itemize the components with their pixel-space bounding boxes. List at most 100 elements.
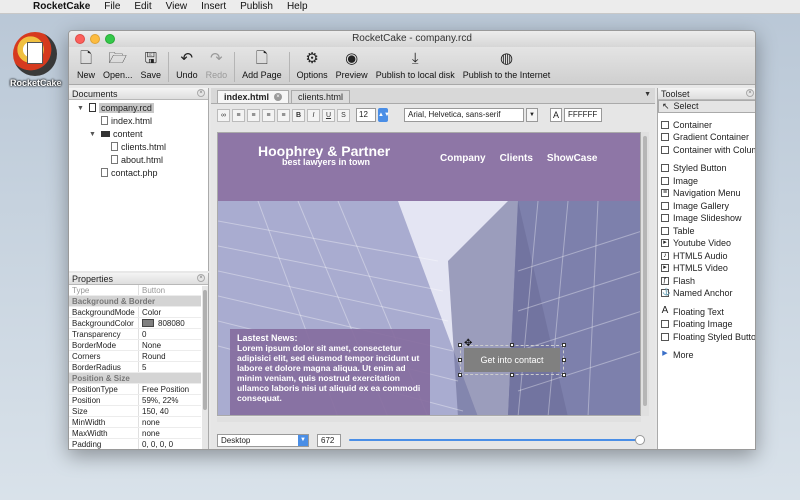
canvas-vertical-scrollbar[interactable] — [641, 132, 649, 416]
property-row[interactable]: Type Button — [69, 285, 201, 296]
news-box[interactable]: Lastest News: Lorem ipsum dolor sit amet… — [230, 329, 430, 415]
property-row[interactable]: PositionType Free Position — [69, 384, 201, 395]
tab-index-html[interactable]: index.html × — [217, 90, 290, 103]
properties-scrollbar[interactable] — [202, 286, 208, 449]
property-row[interactable]: Corners Round — [69, 351, 201, 362]
property-row[interactable]: BorderRadius 5 — [69, 362, 201, 373]
tool-select[interactable]: ↖ Select — [658, 100, 755, 113]
align-center-icon[interactable]: ≡ — [247, 108, 260, 122]
property-row[interactable]: MinWidth none — [69, 417, 201, 428]
tool-gradient-container[interactable]: Gradient Container — [658, 131, 755, 144]
tool-navigation-menu[interactable]: ≡ Navigation Menu — [658, 187, 755, 200]
resize-handle[interactable] — [562, 373, 566, 377]
property-row[interactable]: Transparency 0 — [69, 329, 201, 340]
menu-help[interactable]: Help — [280, 1, 315, 12]
tree-item-content-folder[interactable]: ▼ content — [69, 128, 208, 141]
align-justify-icon[interactable]: ≡ — [277, 108, 290, 122]
contact-button[interactable]: Get into contact — [464, 348, 560, 372]
redo-button[interactable]: ↷ Redo — [202, 50, 232, 84]
property-value[interactable]: Button — [139, 285, 201, 295]
tool-image-gallery[interactable]: Image Gallery — [658, 200, 755, 213]
tree-item-project[interactable]: ▼ company.rcd — [69, 102, 208, 115]
align-right-icon[interactable]: ≡ — [262, 108, 275, 122]
bold-icon[interactable]: B — [292, 108, 305, 122]
property-row[interactable]: Size 150, 40 — [69, 406, 201, 417]
open-button[interactable]: 🗁 Open... — [99, 50, 137, 84]
text-color-button[interactable]: A — [550, 108, 562, 122]
tool-container[interactable]: Container — [658, 119, 755, 132]
color-swatch[interactable] — [142, 319, 154, 327]
resize-handle[interactable] — [562, 343, 566, 347]
page-width-slider[interactable] — [349, 434, 645, 447]
tree-item-contact[interactable]: contact.php — [69, 167, 208, 180]
disclosure-triangle-icon[interactable]: ▼ — [89, 128, 96, 141]
property-value[interactable]: none — [139, 417, 201, 427]
resize-handle[interactable] — [510, 373, 514, 377]
tool-html5-video[interactable]: ▸ HTML5 Video — [658, 262, 755, 275]
strikethrough-icon[interactable]: S — [337, 108, 350, 122]
publish-local-button[interactable]: ⤓ Publish to local disk — [372, 50, 459, 84]
property-value[interactable]: 59%, 22% — [139, 395, 201, 405]
close-icon[interactable]: × — [197, 89, 205, 97]
property-value[interactable]: 150, 40 — [139, 406, 201, 416]
site-nav-company[interactable]: Company — [440, 153, 486, 164]
property-row[interactable]: Position 59%, 22% — [69, 395, 201, 406]
text-color-field[interactable]: FFFFFF — [564, 108, 602, 122]
resize-handle[interactable] — [458, 358, 462, 362]
news-body[interactable]: Lorem ipsum dolor sit amet, consectetur … — [237, 343, 423, 403]
tool-image-slideshow[interactable]: Image Slideshow — [658, 212, 755, 225]
window-titlebar[interactable]: RocketCake - company.rcd — [69, 31, 755, 47]
window-close-button[interactable] — [75, 34, 85, 44]
page-width-field[interactable]: 672 — [317, 433, 341, 447]
close-icon[interactable]: × — [197, 274, 205, 282]
menu-publish[interactable]: Publish — [233, 1, 280, 12]
tool-image[interactable]: Image — [658, 175, 755, 188]
property-row[interactable]: BackgroundMode Color — [69, 307, 201, 318]
options-button[interactable]: ⚙ Options — [293, 50, 332, 84]
tool-more[interactable]: ▶ More — [658, 349, 755, 362]
menu-file[interactable]: File — [97, 1, 127, 12]
disclosure-triangle-icon[interactable]: ▼ — [77, 102, 84, 115]
font-size-stepper-icon[interactable]: ▲▼ — [378, 108, 390, 122]
menu-view[interactable]: View — [159, 1, 195, 12]
property-row[interactable]: BorderMode None — [69, 340, 201, 351]
menu-edit[interactable]: Edit — [127, 1, 158, 12]
undo-button[interactable]: ↶ Undo — [172, 50, 202, 84]
resize-handle[interactable] — [458, 373, 462, 377]
tool-floating-styled-button[interactable]: Floating Styled Button — [658, 331, 755, 344]
site-header[interactable]: Hoophrey & Partner best lawyers in town … — [218, 133, 640, 201]
property-row[interactable]: MaxWidth none — [69, 428, 201, 439]
add-page-button[interactable]: 🗋 Add Page — [238, 50, 286, 84]
underline-icon[interactable]: U — [322, 108, 335, 122]
property-value[interactable]: None — [139, 340, 201, 350]
tree-item-index[interactable]: index.html — [69, 115, 208, 128]
property-value[interactable]: Free Position — [139, 384, 201, 394]
move-handle-icon[interactable]: ✥ — [464, 338, 472, 349]
property-value[interactable]: Color — [139, 307, 201, 317]
tool-flash[interactable]: ƒ Flash — [658, 275, 755, 288]
link-icon[interactable]: ∞ — [217, 108, 230, 122]
publish-internet-button[interactable]: ◍ Publish to the Internet — [459, 50, 555, 84]
tool-named-anchor[interactable]: ⚓ Named Anchor — [658, 287, 755, 300]
window-minimize-button[interactable] — [90, 34, 100, 44]
resize-handle[interactable] — [562, 358, 566, 362]
tool-table[interactable]: Table — [658, 225, 755, 238]
tabs-overflow-icon[interactable]: ▼ — [644, 91, 651, 98]
new-button[interactable]: 🗋 New — [73, 50, 99, 84]
tool-youtube-video[interactable]: ▸ Youtube Video — [658, 237, 755, 250]
site-nav-clients[interactable]: Clients — [500, 153, 533, 164]
resize-handle[interactable] — [458, 343, 462, 347]
italic-icon[interactable]: I — [307, 108, 320, 122]
canvas-horizontal-scrollbar[interactable] — [217, 417, 641, 422]
property-row[interactable]: BackgroundColor 808080 — [69, 318, 201, 329]
preview-button[interactable]: ◉ Preview — [332, 50, 372, 84]
font-size-field[interactable]: 12 — [356, 108, 376, 122]
tool-container-with-columns[interactable]: Container with Columns — [658, 144, 755, 157]
property-row[interactable]: Padding 0, 0, 0, 0 — [69, 439, 201, 449]
tool-floating-image[interactable]: Floating Image — [658, 318, 755, 331]
resize-handle[interactable] — [510, 343, 514, 347]
tool-floating-text[interactable]: A Floating Text — [658, 305, 755, 319]
device-select[interactable]: Desktop ▼ — [217, 433, 309, 447]
close-icon[interactable]: × — [746, 89, 754, 97]
window-zoom-button[interactable] — [105, 34, 115, 44]
